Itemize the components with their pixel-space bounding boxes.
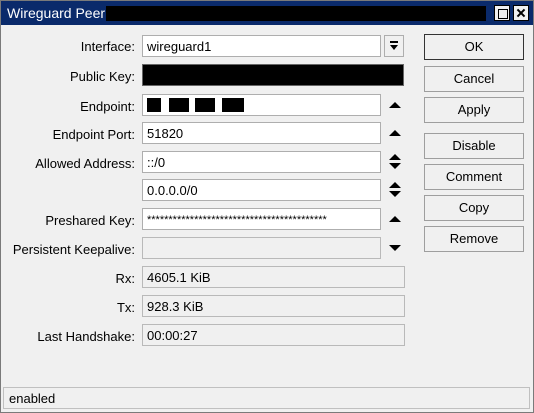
- allowed-address-field-2[interactable]: 0.0.0.0/0: [142, 179, 381, 201]
- window-title: Wireguard Peer: [7, 5, 106, 21]
- triangle-up-icon: [389, 216, 401, 222]
- allowed-address-1-updown-button[interactable]: [387, 151, 403, 173]
- endpoint-field[interactable]: [142, 94, 381, 116]
- preshared-key-expand-button[interactable]: [387, 208, 403, 230]
- rx-value: 4605.1 KiB: [142, 266, 405, 288]
- allowed-address-label: Allowed Address:: [35, 156, 135, 171]
- persistent-keepalive-label: Persistent Keepalive:: [12, 242, 135, 257]
- tx-label: Tx:: [116, 300, 135, 315]
- triangle-up-icon: [389, 130, 401, 136]
- window-restore-icon: [498, 9, 508, 19]
- endpoint-redaction: [147, 98, 161, 112]
- endpoint-port-expand-button[interactable]: [387, 122, 403, 144]
- persistent-keepalive-field[interactable]: [142, 237, 381, 259]
- restore-button[interactable]: [494, 5, 510, 21]
- disable-button[interactable]: Disable: [424, 133, 524, 159]
- endpoint-port-label: Endpoint Port:: [52, 127, 135, 142]
- endpoint-port-field[interactable]: 51820: [142, 122, 381, 144]
- status-bar: enabled: [3, 387, 530, 409]
- triangle-up-icon: [389, 154, 401, 160]
- rx-label: Rx:: [115, 271, 136, 286]
- title-bar[interactable]: Wireguard Peer: [1, 1, 533, 25]
- wireguard-peer-window: Wireguard Peer Interface: wireguard1 Pub…: [0, 0, 534, 413]
- apply-button[interactable]: Apply: [424, 97, 524, 123]
- triangle-up-icon: [389, 102, 401, 108]
- interface-dropdown-button[interactable]: [384, 35, 404, 57]
- preshared-key-field[interactable]: ****************************************…: [142, 208, 381, 230]
- status-text: enabled: [9, 391, 56, 406]
- public-key-label: Public Key:: [69, 69, 135, 84]
- title-redaction: [106, 6, 486, 21]
- cancel-button[interactable]: Cancel: [424, 66, 524, 92]
- interface-label: Interface:: [80, 39, 135, 54]
- persistent-keepalive-expand-button[interactable]: [387, 237, 403, 259]
- last-handshake-label: Last Handshake:: [37, 329, 135, 344]
- public-key-field[interactable]: [142, 64, 404, 86]
- comment-button[interactable]: Comment: [424, 164, 524, 190]
- dropdown-arrow-icon: [390, 41, 398, 50]
- remove-button[interactable]: Remove: [424, 226, 524, 252]
- endpoint-expand-button[interactable]: [387, 94, 403, 116]
- allowed-address-2-updown-button[interactable]: [387, 179, 403, 201]
- preshared-key-label: Preshared Key:: [45, 213, 135, 228]
- triangle-down-icon: [389, 191, 401, 197]
- endpoint-label: Endpoint:: [80, 99, 135, 114]
- copy-button[interactable]: Copy: [424, 195, 524, 221]
- last-handshake-value: 00:00:27: [142, 324, 405, 346]
- tx-value: 928.3 KiB: [142, 295, 405, 317]
- ok-button[interactable]: OK: [424, 34, 524, 60]
- triangle-up-icon: [389, 182, 401, 188]
- triangle-down-icon: [389, 245, 401, 251]
- close-button[interactable]: [513, 5, 529, 21]
- allowed-address-field-1[interactable]: ::/0: [142, 151, 381, 173]
- triangle-down-icon: [389, 163, 401, 169]
- interface-select[interactable]: wireguard1: [142, 35, 381, 57]
